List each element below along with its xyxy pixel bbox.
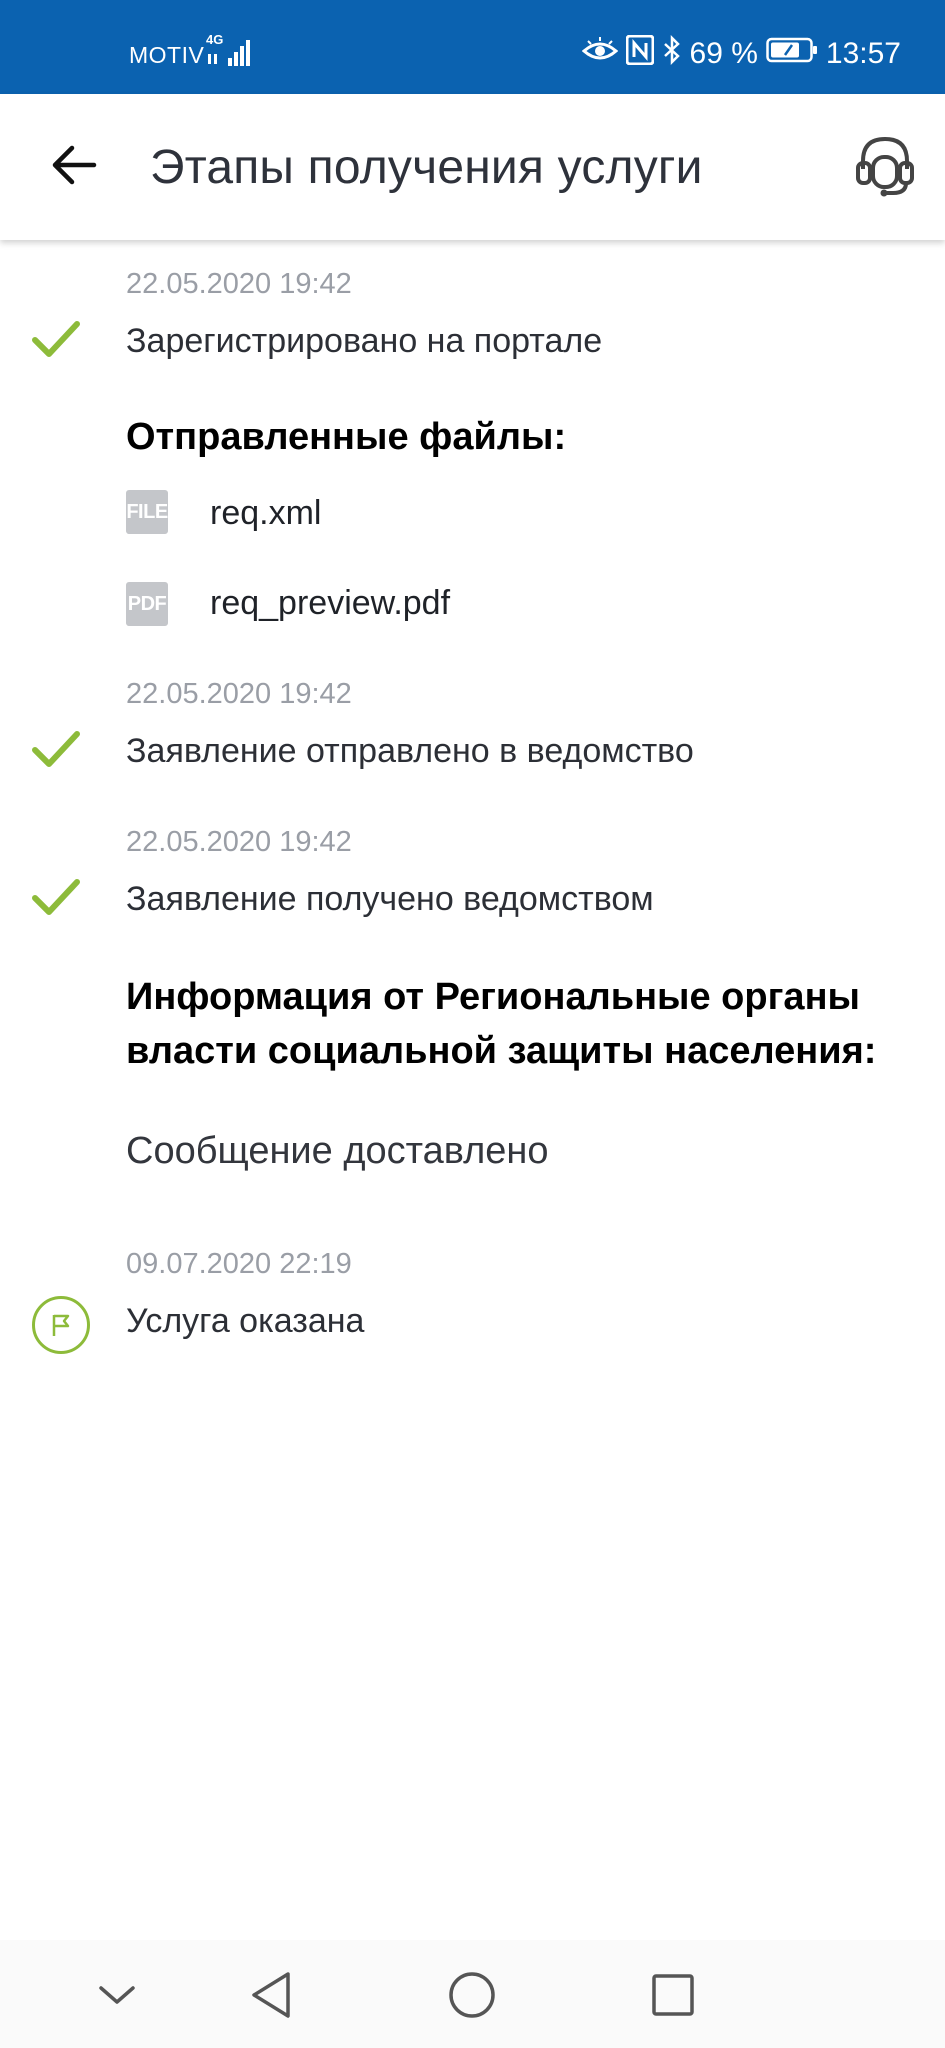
eye-comfort-icon xyxy=(581,35,618,73)
bluetooth-icon xyxy=(662,34,682,73)
step-date: 22.05.2020 19:42 xyxy=(126,268,352,300)
nav-home-button[interactable] xyxy=(437,1962,507,2028)
step-label: Заявление получено ведомством xyxy=(126,880,654,918)
sent-files-heading: Отправленные файлы: xyxy=(126,416,567,458)
battery-percent: 69 % xyxy=(689,37,758,70)
nav-hide-button[interactable] xyxy=(82,1962,152,2028)
file-link-req-xml[interactable]: req.xml xyxy=(210,494,321,533)
file-link-req-preview-pdf[interactable]: req_preview.pdf xyxy=(210,584,450,623)
page-title: Этапы получения услуги xyxy=(150,141,703,194)
step-label: Зарегистрировано на портале xyxy=(126,322,603,360)
check-icon xyxy=(32,321,80,357)
file-icon: FILE xyxy=(126,490,168,534)
back-button[interactable] xyxy=(30,132,118,202)
signal-icon: 4G xyxy=(206,30,254,72)
clock: 13:57 xyxy=(825,37,901,70)
app-bar: Этапы получения услуги xyxy=(0,94,945,240)
carrier-label: MOTIV xyxy=(129,42,205,68)
status-bar: MOTIV 4G 69 % 13:57 xyxy=(0,0,945,94)
check-icon xyxy=(32,879,80,915)
nav-back-icon xyxy=(252,1972,290,2018)
network-type-label: 4G xyxy=(206,32,223,47)
step-date: 22.05.2020 19:42 xyxy=(126,678,352,710)
step-label: Заявление отправлено в ведомство xyxy=(126,732,694,770)
back-arrow-icon xyxy=(50,144,98,191)
nfc-icon xyxy=(625,34,655,73)
step-date: 22.05.2020 19:42 xyxy=(126,826,352,858)
agency-message: Сообщение доставлено xyxy=(126,1130,549,1172)
battery-icon xyxy=(766,37,818,71)
nav-back-button[interactable] xyxy=(236,1962,306,2028)
nav-down-icon xyxy=(99,1986,135,2004)
nav-recents-icon xyxy=(652,1974,694,2016)
step-label: Услуга оказана xyxy=(126,1302,365,1340)
headset-icon xyxy=(853,133,917,204)
check-icon xyxy=(32,731,80,767)
support-button[interactable] xyxy=(849,132,921,204)
agency-info-heading: Информация от Региональные органы власти… xyxy=(126,976,877,1072)
nav-home-icon xyxy=(449,1972,495,2018)
system-nav-bar xyxy=(0,1940,945,2048)
step-date: 09.07.2020 22:19 xyxy=(126,1248,352,1280)
pdf-icon: PDF xyxy=(126,582,168,626)
nav-recents-button[interactable] xyxy=(638,1962,708,2028)
flag-icon xyxy=(32,1296,90,1354)
